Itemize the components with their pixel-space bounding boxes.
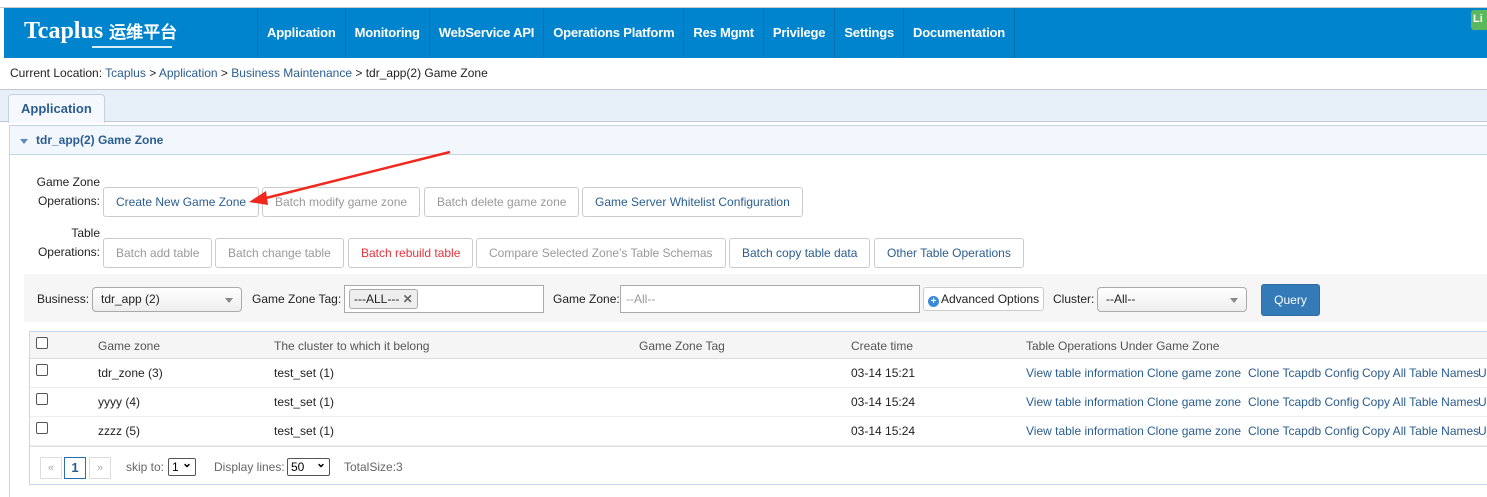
display-lines-label: Display lines: bbox=[214, 460, 285, 474]
row-checkbox[interactable] bbox=[36, 393, 48, 405]
select-all-checkbox[interactable] bbox=[36, 337, 48, 349]
query-button[interactable]: Query bbox=[1261, 284, 1320, 316]
clone-game-zone-link[interactable]: Clone game zone bbox=[1147, 395, 1241, 409]
next-page-button[interactable]: » bbox=[89, 457, 111, 479]
game-zone-tag-input[interactable]: ---ALL--- ✕ bbox=[344, 285, 544, 313]
more-link[interactable]: U bbox=[1478, 395, 1487, 409]
row-checkbox[interactable] bbox=[36, 364, 48, 376]
cell-create-time: 03-14 15:24 bbox=[851, 395, 916, 409]
table-row: zzzz (5) test_set (1) 03-14 15:24 View t… bbox=[30, 417, 1487, 446]
cell-create-time: 03-14 15:21 bbox=[851, 366, 916, 380]
table-row: yyyy (4) test_set (1) 03-14 15:24 View t… bbox=[30, 388, 1487, 417]
cell-game-zone: tdr_zone (3) bbox=[98, 366, 163, 380]
pagination: « 1 » skip to: 1 Display lines: 50 Total… bbox=[30, 446, 1487, 485]
cell-create-time: 03-14 15:24 bbox=[851, 424, 916, 438]
more-link[interactable]: U bbox=[1478, 366, 1487, 380]
copy-all-table-names-link[interactable]: Copy All Table Names bbox=[1362, 424, 1479, 438]
cluster-label: Cluster: bbox=[1053, 292, 1095, 306]
business-label: Business: bbox=[37, 292, 90, 306]
plus-circle-icon: + bbox=[928, 296, 939, 307]
clone-tcapdb-config-link[interactable]: Clone Tcapdb Config bbox=[1248, 366, 1359, 380]
col-table-ops: Table Operations Under Game Zone bbox=[1026, 339, 1220, 353]
remove-chip-icon[interactable]: ✕ bbox=[403, 292, 413, 306]
clone-game-zone-link[interactable]: Clone game zone bbox=[1147, 366, 1241, 380]
prev-page-button[interactable]: « bbox=[40, 457, 62, 479]
view-table-info-link[interactable]: View table information bbox=[1026, 366, 1144, 380]
game-zone-label: Game Zone: bbox=[553, 292, 620, 306]
business-value: tdr_app (2) bbox=[101, 292, 160, 306]
cell-game-zone: yyyy (4) bbox=[98, 395, 140, 409]
col-create-time: Create time bbox=[851, 339, 914, 353]
game-zone-tag-label: Game Zone Tag: bbox=[252, 292, 342, 306]
cell-game-zone: zzzz (5) bbox=[98, 424, 140, 438]
chevron-down-icon bbox=[1230, 298, 1238, 303]
game-zone-placeholder: --All-- bbox=[626, 292, 656, 306]
copy-all-table-names-link[interactable]: Copy All Table Names bbox=[1362, 395, 1479, 409]
table-row: tdr_zone (3) test_set (1) 03-14 15:21 Vi… bbox=[30, 359, 1487, 388]
advanced-options-button[interactable]: + Advanced Options bbox=[923, 287, 1045, 311]
cell-cluster: test_set (1) bbox=[274, 424, 335, 438]
total-size: TotalSize:3 bbox=[344, 460, 403, 474]
cell-cluster: test_set (1) bbox=[274, 395, 335, 409]
cell-cluster: test_set (1) bbox=[274, 366, 335, 380]
cluster-value: --All-- bbox=[1106, 292, 1136, 306]
row-checkbox[interactable] bbox=[36, 422, 48, 434]
tag-chip: ---ALL--- ✕ bbox=[349, 289, 418, 309]
skip-to-label: skip to: bbox=[126, 460, 165, 474]
display-lines-select[interactable]: 50 bbox=[287, 455, 330, 476]
col-cluster: The cluster to which it belong bbox=[274, 339, 430, 353]
view-table-info-link[interactable]: View table information bbox=[1026, 395, 1144, 409]
tag-chip-label: ---ALL--- bbox=[354, 292, 400, 306]
clone-tcapdb-config-link[interactable]: Clone Tcapdb Config bbox=[1248, 395, 1359, 409]
skip-to-select[interactable]: 1 bbox=[168, 455, 196, 476]
advanced-options-label: Advanced Options bbox=[941, 292, 1040, 306]
clone-tcapdb-config-link[interactable]: Clone Tcapdb Config bbox=[1248, 424, 1359, 438]
col-game-zone: Game zone bbox=[98, 339, 161, 353]
col-tag: Game Zone Tag bbox=[639, 339, 725, 353]
more-link[interactable]: U bbox=[1478, 424, 1487, 438]
page-1-button[interactable]: 1 bbox=[64, 457, 86, 479]
clone-game-zone-link[interactable]: Clone game zone bbox=[1147, 424, 1241, 438]
game-zone-input[interactable]: --All-- bbox=[620, 285, 920, 313]
business-select[interactable]: tdr_app (2) bbox=[92, 287, 242, 312]
view-table-info-link[interactable]: View table information bbox=[1026, 424, 1144, 438]
game-zone-table: Game zone The cluster to which it belong… bbox=[29, 331, 1487, 485]
cluster-select[interactable]: --All-- bbox=[1097, 287, 1247, 312]
copy-all-table-names-link[interactable]: Copy All Table Names bbox=[1362, 366, 1479, 380]
table-header: Game zone The cluster to which it belong… bbox=[30, 332, 1487, 359]
chevron-down-icon bbox=[225, 298, 233, 303]
